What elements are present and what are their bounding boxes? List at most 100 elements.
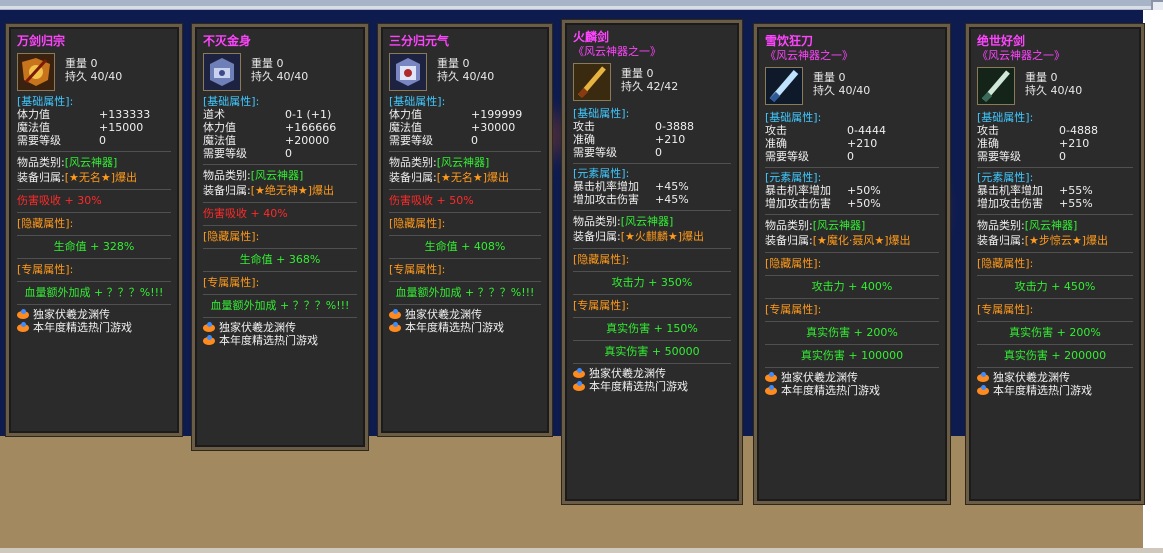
item-icon[interactable]: [17, 53, 55, 91]
item-title: 不灭金身: [203, 34, 252, 48]
attr-value: +30000: [471, 121, 516, 134]
element-attr-header: [元素属性]:: [765, 171, 822, 184]
game-logo-icon: [977, 372, 991, 383]
attr-value: +210: [1059, 137, 1090, 150]
attr-name: 需要等级: [765, 150, 809, 163]
game-logo-icon: [765, 372, 779, 383]
belongs-value: [★绝无神★]爆出: [250, 184, 335, 197]
belongs-label: 装备归属:: [573, 230, 621, 243]
attr-name: 需要等级: [203, 147, 247, 160]
base-attr-header: [基础属性]:: [977, 111, 1034, 124]
game-logo-icon: [573, 368, 587, 379]
item-tooltip-card: 绝世好剑 《风云神器之一》 重量 0 持久 40/40 [基础属性]: 攻击 0-…: [966, 24, 1144, 504]
item-icon[interactable]: [765, 67, 803, 105]
attr-value: +45%: [655, 193, 689, 206]
durability-value: 40/40: [462, 70, 495, 83]
item-subtitle: 《风云神器之一》: [977, 49, 1065, 62]
attr-name: 魔法值: [389, 121, 422, 134]
promo-line: 本年度精选热门游戏: [993, 384, 1092, 397]
durability-label: 持久: [1025, 84, 1047, 97]
attr-value: 0: [285, 147, 292, 160]
durability-label: 持久: [251, 70, 273, 83]
promo-line: 本年度精选热门游戏: [589, 380, 688, 393]
game-logo-icon: [203, 335, 217, 346]
durability-label: 持久: [813, 84, 835, 97]
exclusive-attr-value: 血量额外加成 + ？？？%!!!: [24, 286, 164, 299]
damage-absorb: 伤害吸收 + 50%: [389, 194, 474, 207]
exclusive-attr-value: 真实伤害 + 150%: [606, 322, 698, 335]
base-attr-header: [基础属性]:: [389, 95, 446, 108]
item-title: 三分归元气: [389, 34, 450, 48]
attr-value: 0-4888: [1059, 124, 1098, 137]
belongs-value: [★无名★]爆出: [436, 171, 510, 184]
belongs-value: [★步惊云★]爆出: [1024, 234, 1109, 247]
exclusive-attr-header: [专属属性]:: [17, 263, 74, 276]
attr-value: +55%: [1059, 197, 1093, 210]
attr-name: 增加攻击伤害: [977, 197, 1043, 210]
item-class-label: 物品类别:: [977, 219, 1025, 232]
weight-label: 重量: [251, 57, 273, 70]
promo-line: 本年度精选热门游戏: [781, 384, 880, 397]
attr-value: +55%: [1059, 184, 1093, 197]
exclusive-attr-header: [专属属性]:: [389, 263, 446, 276]
hidden-attr-header: [隐藏属性]:: [203, 230, 260, 243]
attr-name: 道术: [203, 108, 225, 121]
weight-label: 重量: [621, 67, 643, 80]
exclusive-attr-value: 真实伤害 + 200000: [1003, 349, 1107, 362]
attr-value: 0: [655, 146, 662, 159]
item-subtitle: 《风云神器之一》: [573, 45, 661, 58]
promo-line: 独家伏羲龙渊传: [589, 367, 666, 380]
attr-value: 0-3888: [655, 120, 694, 133]
game-logo-icon: [203, 322, 217, 333]
item-class-value: [风云神器]: [436, 156, 490, 169]
game-logo-icon: [17, 322, 31, 333]
game-scene: 万剑归宗 重量 0 持久 40/40 [基础属性]: 体力值 +133333 魔法…: [0, 0, 1163, 553]
weight-value: 0: [646, 67, 654, 80]
element-attr-header: [元素属性]:: [977, 171, 1034, 184]
attr-value: 0: [99, 134, 106, 147]
item-title: 火麟剑: [573, 30, 610, 44]
attr-name: 暴击机率增加: [765, 184, 831, 197]
weight-value: 0: [90, 57, 98, 70]
item-tooltip-card: 雪饮狂刀 《风云神器之一》 重量 0 持久 40/40 [基础属性]: 攻击 0-…: [754, 24, 950, 504]
exclusive-attr-value: 真实伤害 + 50000: [604, 345, 700, 358]
belongs-value: [★无名★]爆出: [64, 171, 138, 184]
weight-label: 重量: [437, 57, 459, 70]
hidden-attr-value: 攻击力 + 450%: [1014, 280, 1096, 293]
promo-line: 本年度精选热门游戏: [219, 334, 318, 347]
exclusive-attr-value: 血量额外加成 + ？？？%!!!: [210, 299, 350, 312]
weight-value: 0: [462, 57, 470, 70]
attr-value: +199999: [471, 108, 523, 121]
attr-name: 准确: [765, 137, 787, 150]
base-attr-header: [基础属性]:: [765, 111, 822, 124]
weight-value: 0: [276, 57, 284, 70]
attr-name: 需要等级: [389, 134, 433, 147]
game-logo-icon: [573, 381, 587, 392]
weight-value: 0: [1050, 71, 1058, 84]
attr-name: 增加攻击伤害: [765, 197, 831, 210]
item-icon[interactable]: [203, 53, 241, 91]
item-icon[interactable]: [389, 53, 427, 91]
attr-name: 准确: [977, 137, 999, 150]
attr-name: 体力值: [203, 121, 236, 134]
item-class-value: [风云神器]: [64, 156, 118, 169]
item-class-label: 物品类别:: [203, 169, 251, 182]
game-logo-icon: [389, 309, 403, 320]
item-icon[interactable]: [977, 67, 1015, 105]
attr-name: 暴击机率增加: [573, 180, 639, 193]
game-logo-icon: [389, 322, 403, 333]
weight-label: 重量: [65, 57, 87, 70]
exclusive-attr-value: 血量额外加成 + ？？？%!!!: [395, 286, 535, 299]
item-tooltip-card: 万剑归宗 重量 0 持久 40/40 [基础属性]: 体力值 +133333 魔法…: [6, 24, 182, 436]
item-subtitle: 《风云神器之一》: [765, 49, 853, 62]
item-title: 雪饮狂刀: [765, 34, 814, 48]
attr-name: 体力值: [389, 108, 422, 121]
attr-value: +50%: [847, 197, 881, 210]
item-icon[interactable]: [573, 63, 611, 101]
attr-name: 需要等级: [977, 150, 1021, 163]
attr-value: 0: [847, 150, 854, 163]
game-logo-icon: [977, 385, 991, 396]
attr-name: 体力值: [17, 108, 50, 121]
promo-line: 独家伏羲龙渊传: [33, 308, 110, 321]
attr-value: +50%: [847, 184, 881, 197]
